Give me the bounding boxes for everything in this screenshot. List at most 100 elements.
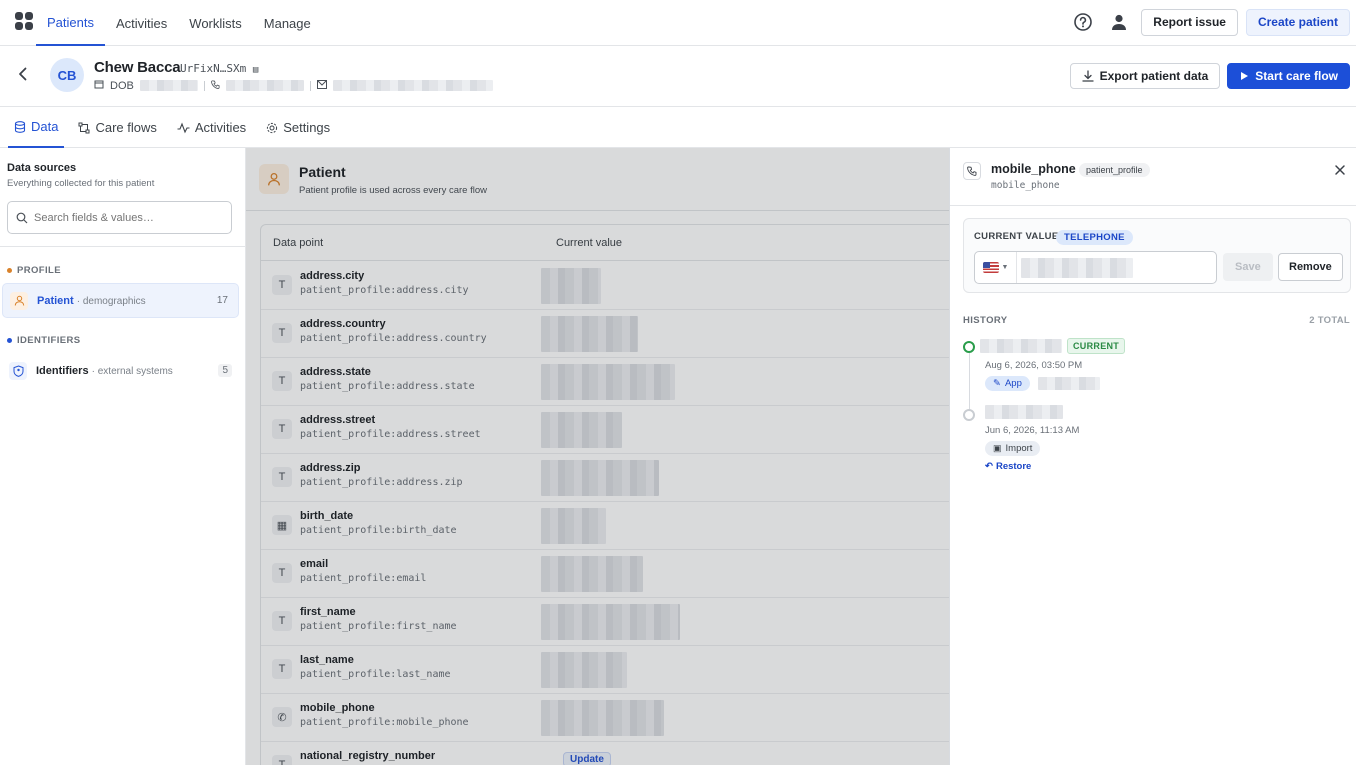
patient-name: Chew Bacca <box>94 59 181 76</box>
field-key: patient_profile:birth_date <box>300 525 457 536</box>
text-type-icon: T <box>272 371 292 391</box>
dob-label: DOB <box>110 79 134 92</box>
page-title: Patient <box>299 164 346 180</box>
search-input[interactable] <box>34 211 214 224</box>
shield-icon <box>9 361 27 380</box>
page-subtitle: Patient profile is used across every car… <box>299 185 487 196</box>
apps-grid-icon[interactable] <box>15 12 33 30</box>
dob-value-redacted <box>139 80 198 91</box>
nav-tab-worklists[interactable]: Worklists <box>178 0 252 46</box>
flow-icon <box>78 122 90 133</box>
restore-link[interactable]: ↶ Restore <box>985 461 1031 472</box>
table-row[interactable]: Taddress.city patient_profile:address.cit… <box>261 262 949 310</box>
panel-key: mobile_phone <box>991 180 1060 191</box>
field-key: patient_profile:email <box>300 573 427 584</box>
field-key: patient_profile:first_name <box>300 621 457 632</box>
data-sources-sidebar: Data sources Everything collected for th… <box>0 148 246 765</box>
field-name: address.country <box>300 318 386 330</box>
field-name: mobile_phone <box>300 702 375 714</box>
nav-tab-activities[interactable]: Activities <box>105 0 178 46</box>
table-row[interactable]: Temail patient_profile:email <box>261 550 949 598</box>
patient-avatar: CB <box>50 58 84 92</box>
table-row[interactable]: Taddress.zip patient_profile:address.zip <box>261 454 949 502</box>
email-value-redacted <box>332 80 493 91</box>
field-value-redacted <box>541 652 627 688</box>
field-key: patient_profile:address.street <box>300 429 481 440</box>
text-type-icon: T <box>272 419 292 439</box>
tab-settings[interactable]: Settings <box>260 107 336 148</box>
phone-field: ▼ <box>974 251 1217 284</box>
tab-settings-label: Settings <box>283 120 331 135</box>
nav-tab-manage[interactable]: Manage <box>253 0 322 46</box>
nav-tab-patients[interactable]: Patients <box>36 0 105 46</box>
text-type-icon: T <box>272 323 292 343</box>
field-name: address.street <box>300 414 376 426</box>
copy-icon[interactable]: ▤ <box>253 65 258 75</box>
text-type-icon: T <box>272 659 292 679</box>
field-key: patient_profile:address.zip <box>300 477 463 488</box>
tab-care-flows[interactable]: Care flows <box>72 107 162 148</box>
activity-icon <box>177 121 190 133</box>
remove-button[interactable]: Remove <box>1278 253 1343 281</box>
create-patient-button[interactable]: Create patient <box>1245 8 1350 36</box>
report-issue-button[interactable]: Report issue <box>1141 8 1238 36</box>
sidebar-item-label: Identifiers <box>36 364 89 377</box>
sidebar-item-desc: · external systems <box>91 365 173 377</box>
update-button[interactable]: Update <box>563 752 611 765</box>
history-date: Aug 6, 2026, 03:50 PM <box>985 360 1083 371</box>
item-count: 5 <box>218 364 232 377</box>
history-label: HISTORY <box>963 315 1008 326</box>
nav-actions: Report issue Create patient <box>1069 8 1350 36</box>
text-type-icon: T <box>272 467 292 487</box>
field-name: address.state <box>300 366 371 378</box>
table-row[interactable]: Taddress.country patient_profile:address.… <box>261 310 949 358</box>
back-arrow-icon[interactable] <box>15 66 31 85</box>
text-type-icon: T <box>272 611 292 631</box>
field-value-redacted <box>541 364 675 400</box>
tab-activities-label: Activities <box>194 120 247 135</box>
field-name: email <box>300 558 329 570</box>
close-icon[interactable] <box>1334 164 1346 179</box>
tab-care-flows-label: Care flows <box>95 120 157 135</box>
field-value-redacted <box>541 556 643 592</box>
tab-activities[interactable]: Activities <box>171 107 252 148</box>
country-select[interactable]: ▼ <box>975 252 1017 283</box>
tab-data-label: Data <box>31 119 59 134</box>
download-icon <box>1081 70 1094 82</box>
phone-icon <box>963 162 981 180</box>
tab-data[interactable]: Data <box>8 107 65 148</box>
main-content: Patient Patient profile is used across e… <box>246 148 949 765</box>
sidebar-item-patient[interactable]: Patient · demographics 17 <box>2 283 239 318</box>
table-header: Data point Current value <box>261 225 949 261</box>
history-dot-previous <box>963 409 975 421</box>
database-icon <box>14 120 26 133</box>
table-row[interactable]: Taddress.state patient_profile:address.st… <box>261 358 949 406</box>
field-key: patient_profile:address.country <box>300 333 487 344</box>
table-row[interactable]: ✆ mobile_phone patient_profile:mobile_phon… <box>261 694 949 742</box>
field-value-redacted <box>541 412 622 448</box>
table-row[interactable]: Tnational_registry_number Update <box>261 742 949 765</box>
field-name: national_registry_number <box>300 750 436 762</box>
field-key: patient_profile:mobile_phone <box>300 717 469 728</box>
phone-number-input[interactable] <box>1017 257 1133 278</box>
sidebar-subtitle: Everything collected for this patient <box>7 178 155 189</box>
image-icon: ▣ <box>993 443 1002 453</box>
start-care-flow-button[interactable]: Start care flow <box>1227 63 1350 89</box>
item-count: 17 <box>216 295 228 306</box>
col-current-value: Current value <box>556 237 623 249</box>
sidebar-item-identifiers[interactable]: Identifiers · external systems 5 <box>2 353 239 388</box>
person-icon <box>10 291 28 310</box>
table-row[interactable]: Taddress.street patient_profile:address.s… <box>261 406 949 454</box>
current-badge: CURRENT <box>1067 338 1126 354</box>
table-row[interactable]: Tlast_name patient_profile:last_name <box>261 646 949 694</box>
play-icon <box>1241 72 1249 80</box>
export-patient-data-button[interactable]: Export patient data <box>1069 63 1221 89</box>
text-type-icon: T <box>272 755 292 765</box>
user-account-icon[interactable] <box>1105 8 1133 36</box>
table-row[interactable]: Tfirst_name patient_profile:first_name <box>261 598 949 646</box>
save-button[interactable]: Save <box>1223 253 1273 281</box>
table-row[interactable]: ▦ birth_date patient_profile:birth_date <box>261 502 949 550</box>
field-name: address.city <box>300 270 365 282</box>
help-icon[interactable] <box>1069 8 1097 36</box>
section-identifiers: IDENTIFIERS <box>7 335 81 346</box>
